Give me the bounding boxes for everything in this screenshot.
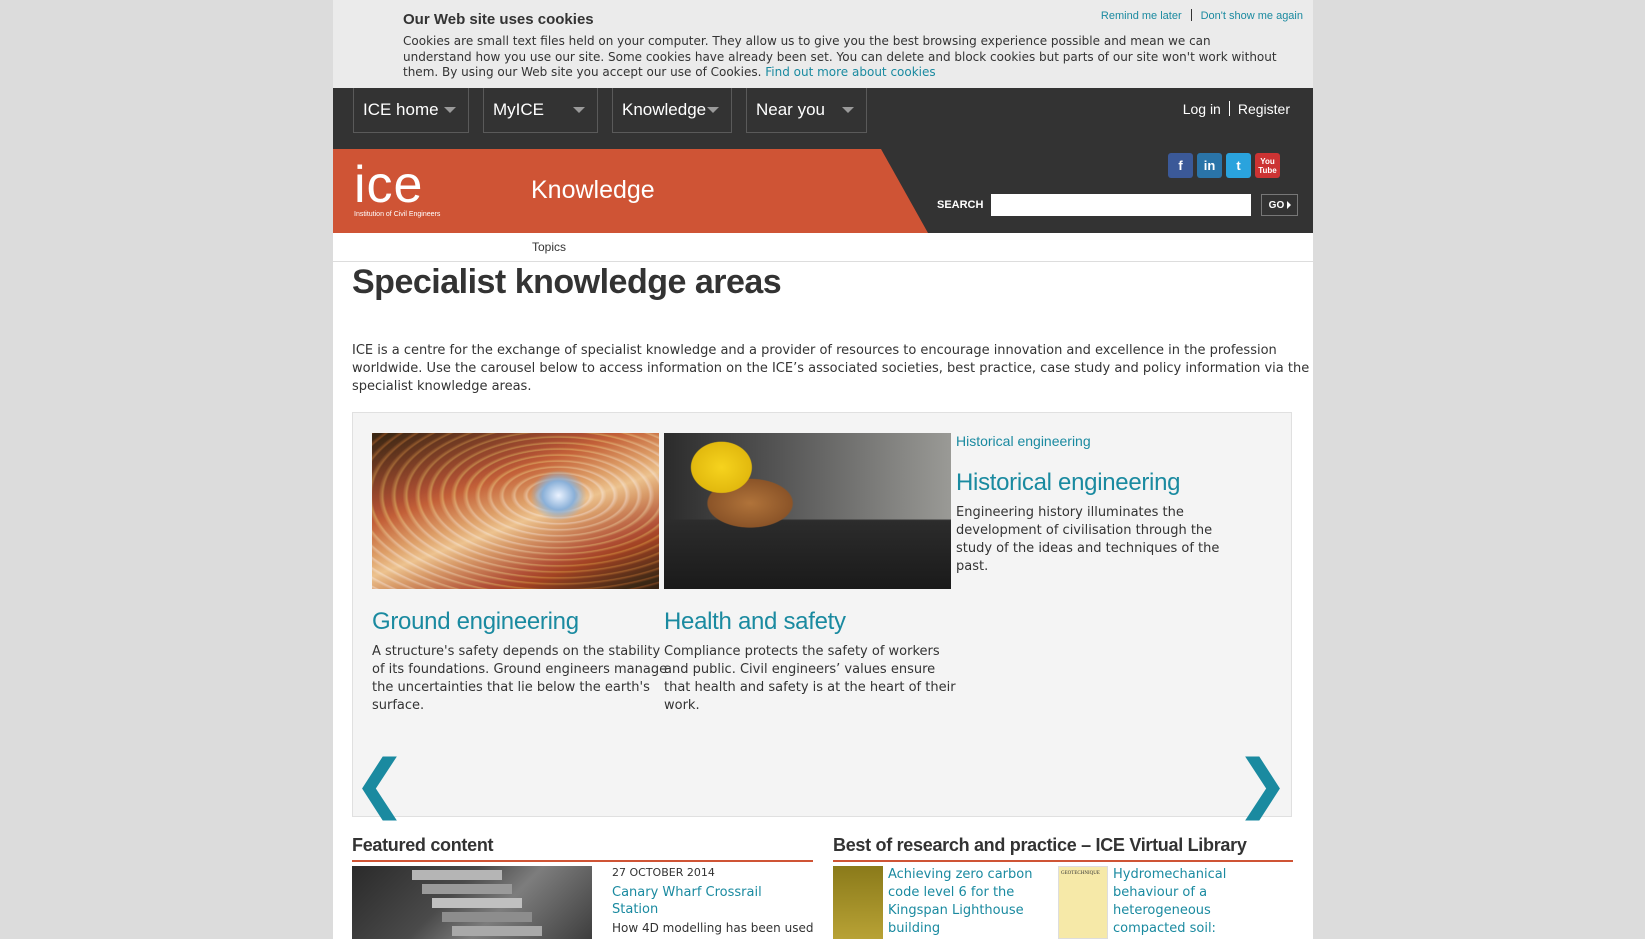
twitter-icon[interactable]: t bbox=[1226, 153, 1251, 178]
ice-logo[interactable]: ice Institution of Civil Engineers bbox=[354, 159, 440, 218]
carousel-next-arrow-icon[interactable]: ❯ bbox=[1235, 752, 1289, 816]
logo-subtitle: Institution of Civil Engineers bbox=[354, 211, 441, 218]
main-nav: ICE home MyICE Knowledge Near you bbox=[353, 88, 867, 133]
remind-later-link[interactable]: Remind me later bbox=[1101, 10, 1182, 22]
user-links: Log in Register bbox=[1183, 101, 1290, 117]
chevron-down-icon bbox=[573, 107, 585, 113]
card-title[interactable]: Health and safety bbox=[664, 608, 964, 636]
cookie-title: Our Web site uses cookies bbox=[403, 11, 594, 28]
featured-date: 27 OCTOBER 2014 bbox=[612, 866, 715, 879]
search-go-button[interactable]: GO bbox=[1261, 194, 1299, 216]
card-text: Compliance protects the safety of worker… bbox=[664, 644, 956, 713]
card-text: A structure's safety depends on the stab… bbox=[372, 644, 668, 713]
carousel-card-ground[interactable]: Ground engineering A structure's safety … bbox=[372, 433, 672, 715]
dont-show-again-link[interactable]: Don't show me again bbox=[1201, 10, 1303, 22]
site-header: ICE home MyICE Knowledge Near you Log in… bbox=[333, 88, 1313, 233]
chevron-down-icon bbox=[842, 107, 854, 113]
cookie-banner: Our Web site uses cookies Remind me late… bbox=[333, 0, 1313, 88]
nav-knowledge[interactable]: Knowledge bbox=[612, 88, 732, 133]
featured-heading: Featured content bbox=[352, 835, 813, 862]
topics-link[interactable]: Topics bbox=[532, 240, 566, 254]
chevron-down-icon bbox=[444, 107, 456, 113]
triangle-right-icon bbox=[1287, 201, 1292, 209]
featured-thumbnail[interactable] bbox=[352, 866, 592, 939]
cookie-text: Cookies are small text files held on you… bbox=[403, 34, 1283, 81]
section-title: Knowledge bbox=[531, 176, 655, 204]
carousel-card-health[interactable]: Health and safety Compliance protects th… bbox=[664, 433, 964, 715]
tunnel-image[interactable] bbox=[372, 433, 659, 589]
nav-label: Knowledge bbox=[622, 100, 707, 119]
intro-text: ICE is a centre for the exchange of spec… bbox=[352, 343, 1310, 394]
carousel-prev-arrow-icon[interactable]: ❮ bbox=[353, 752, 407, 816]
card-category[interactable]: Historical engineering bbox=[956, 433, 1226, 449]
search-input[interactable] bbox=[991, 194, 1252, 216]
library-heading: Best of research and practice – ICE Virt… bbox=[833, 835, 1293, 862]
knowledge-carousel: Ground engineering A structure's safety … bbox=[352, 412, 1292, 817]
library-thumbnail[interactable] bbox=[833, 866, 883, 939]
featured-title-link[interactable]: Canary Wharf Crossrail Station bbox=[612, 884, 792, 918]
divider bbox=[1190, 9, 1192, 21]
hard-hat-image[interactable] bbox=[664, 433, 951, 589]
nav-myice[interactable]: MyICE bbox=[483, 88, 598, 133]
nav-label: Near you bbox=[756, 100, 825, 119]
nav-near-you[interactable]: Near you bbox=[746, 88, 867, 133]
logo-wordmark: ice bbox=[354, 156, 424, 214]
social-links: f in t You Tube bbox=[1168, 153, 1280, 178]
youtube-icon[interactable]: You Tube bbox=[1255, 153, 1280, 178]
nav-ice-home[interactable]: ICE home bbox=[353, 88, 469, 133]
section-banner: ice Institution of Civil Engineers Knowl… bbox=[333, 149, 928, 233]
nav-label: ICE home bbox=[363, 100, 439, 119]
card-title[interactable]: Historical engineering bbox=[956, 469, 1226, 497]
divider bbox=[1228, 101, 1230, 116]
featured-description: How 4D modelling has been used bbox=[612, 921, 814, 935]
carousel-card-historical[interactable]: Historical engineering Historical engine… bbox=[956, 413, 1226, 576]
sub-nav: Topics bbox=[333, 233, 1313, 262]
card-title[interactable]: Ground engineering bbox=[372, 608, 672, 636]
library-item-link[interactable]: Hydromechanical behaviour of a heterogen… bbox=[1113, 866, 1248, 938]
nav-label: MyICE bbox=[493, 100, 544, 119]
library-thumbnail[interactable] bbox=[1058, 866, 1108, 939]
cookie-info-link[interactable]: Find out more about cookies bbox=[765, 65, 935, 79]
page: Our Web site uses cookies Remind me late… bbox=[333, 0, 1313, 939]
facebook-icon[interactable]: f bbox=[1168, 153, 1193, 178]
linkedin-icon[interactable]: in bbox=[1197, 153, 1222, 178]
register-link[interactable]: Register bbox=[1238, 101, 1290, 117]
search-bar: SEARCH GO bbox=[937, 194, 1299, 216]
card-text: Engineering history illuminates the deve… bbox=[956, 505, 1220, 574]
library-item-link[interactable]: Achieving zero carbon code level 6 for t… bbox=[888, 866, 1043, 938]
login-link[interactable]: Log in bbox=[1183, 101, 1221, 117]
go-label: GO bbox=[1268, 199, 1285, 211]
search-label: SEARCH bbox=[937, 199, 984, 211]
page-title: Specialist knowledge areas bbox=[352, 263, 782, 301]
chevron-down-icon bbox=[707, 107, 719, 113]
cookie-actions: Remind me later Don't show me again bbox=[1101, 9, 1303, 22]
